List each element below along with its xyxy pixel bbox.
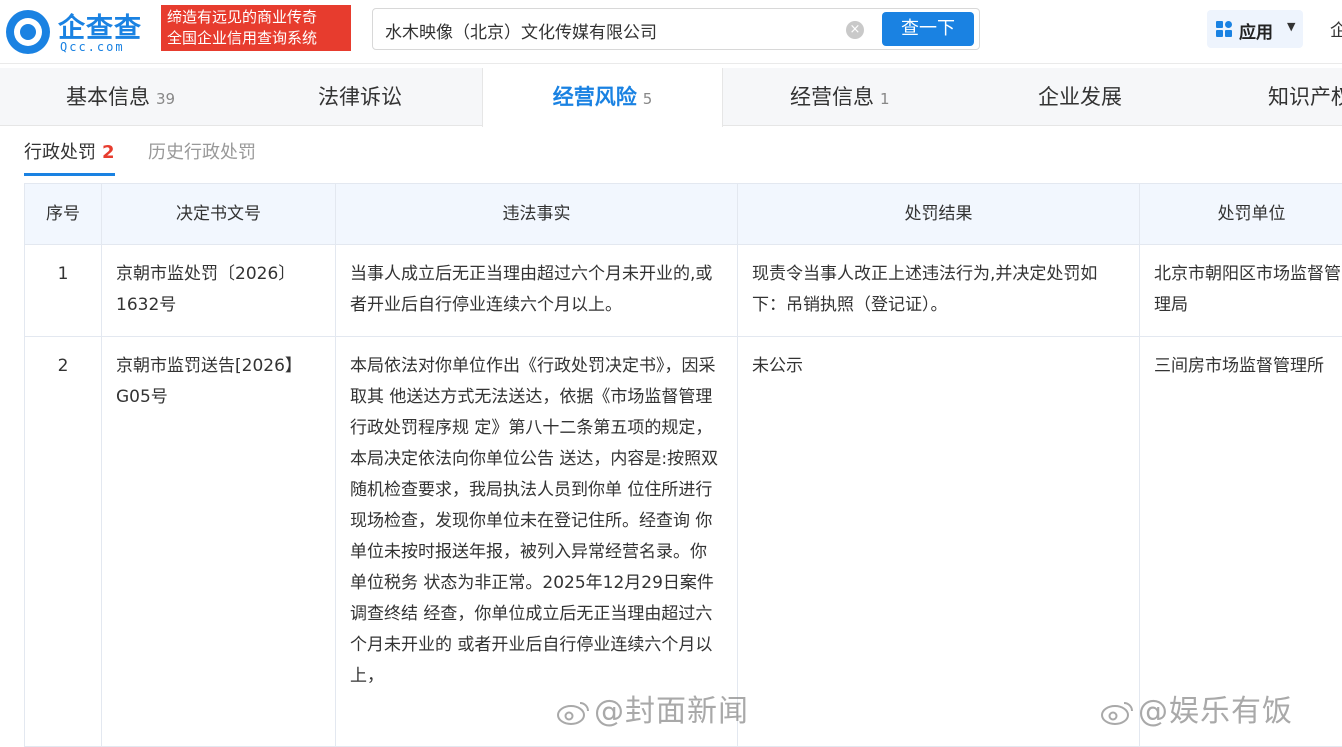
search-input[interactable] — [385, 17, 835, 43]
header-result: 处罚结果 — [738, 184, 1140, 245]
tab-basic-info[interactable]: 基本信息 39 — [66, 68, 175, 126]
apps-button[interactable]: 应用 ▼ — [1207, 10, 1303, 48]
table-row: 1 京朝市监处罚〔2026〕1632号 当事人成立后无正当理由超过六个月未开业的… — [24, 245, 1342, 337]
header-no: 序号 — [24, 184, 102, 245]
tab-ip[interactable]: 知识产权 — [1268, 68, 1342, 126]
row-result: 现责令当事人改正上述违法行为,并决定处罚如下：吊销执照（登记证）。 — [738, 245, 1140, 337]
header-facts: 违法事实 — [336, 184, 738, 245]
clear-icon[interactable]: × — [846, 21, 864, 39]
slogan-line-2: 全国企业信用查询系统 — [167, 29, 318, 47]
subtab-history-penalty[interactable]: 历史行政处罚 — [148, 138, 256, 164]
subtab-admin-penalty[interactable]: 行政处罚 2 — [24, 138, 115, 176]
caret-down-icon: ▼ — [1287, 20, 1296, 33]
table-header: 序号 决定书文号 违法事实 处罚结果 处罚单位 — [24, 184, 1342, 245]
main-tabs: 基本信息 39 法律诉讼 经营风险 5 经营信息 1 企业发展 知识产权 — [0, 68, 1342, 127]
enterprise-link[interactable]: 企 — [1330, 16, 1342, 41]
row-no: 2 — [24, 337, 102, 747]
row-result: 未公示 — [738, 337, 1140, 747]
header-doc-no: 决定书文号 — [102, 184, 336, 245]
logo-mark-icon — [6, 10, 50, 54]
search-button[interactable]: 查一下 — [882, 12, 974, 46]
penalty-table: 序号 决定书文号 违法事实 处罚结果 处罚单位 1 京朝市监处罚〔2026〕16… — [24, 183, 1342, 747]
logo-domain: Qcc.com — [60, 40, 125, 54]
row-doc-no: 京朝市监处罚〔2026〕1632号 — [102, 245, 336, 337]
apps-label: 应用 — [1239, 23, 1273, 43]
qcc-logo[interactable]: 企查查 Qcc.com — [6, 6, 156, 54]
watermark-yule: @娱乐有饭 — [1100, 686, 1293, 730]
tab-business-info[interactable]: 经营信息 1 — [790, 68, 890, 126]
header-unit: 处罚单位 — [1140, 184, 1342, 245]
row-facts: 当事人成立后无正当理由超过六个月未开业的,或者开业后自行停业连续六个月以上。 — [336, 245, 738, 337]
search-box: × 查一下 — [372, 8, 980, 50]
slogan-banner: 缔造有远见的商业传奇 全国企业信用查询系统 — [161, 5, 351, 51]
apps-grid-icon — [1216, 21, 1233, 38]
weibo-icon — [557, 701, 589, 725]
tab-development[interactable]: 企业发展 — [1038, 68, 1122, 126]
tab-legal[interactable]: 法律诉讼 — [318, 68, 402, 126]
slogan-line-1: 缔造有远见的商业传奇 — [167, 8, 318, 26]
row-doc-no: 京朝市监罚送告[2026】G05号 — [102, 337, 336, 747]
top-bar: 企查查 Qcc.com 缔造有远见的商业传奇 全国企业信用查询系统 × 查一下 … — [0, 0, 1342, 64]
row-unit[interactable]: 北京市朝阳区市场监督管理局 — [1140, 245, 1342, 337]
tab-business-risk[interactable]: 经营风险 5 — [482, 68, 723, 127]
weibo-icon — [1101, 701, 1133, 725]
watermark-fengmian: @封面新闻 — [556, 686, 749, 730]
row-no: 1 — [24, 245, 102, 337]
